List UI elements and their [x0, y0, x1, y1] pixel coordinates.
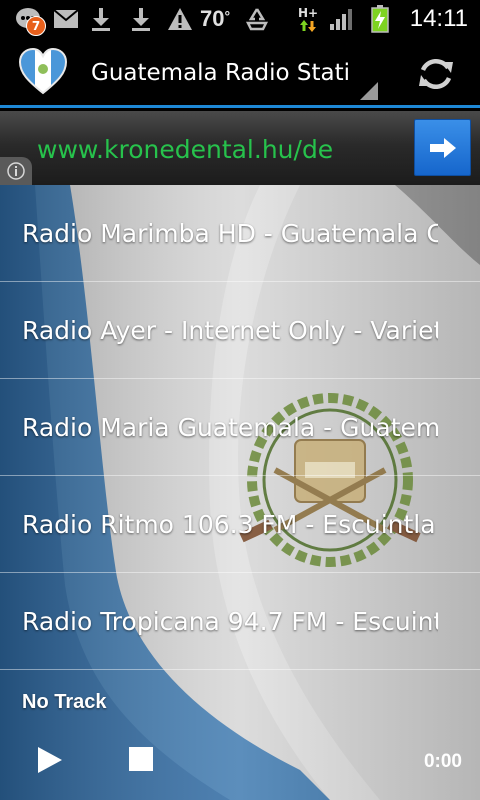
- play-icon: [38, 747, 62, 773]
- temperature-readout: 70 °: [200, 6, 231, 31]
- stop-button[interactable]: [129, 747, 153, 771]
- ad-banner[interactable]: www.kronedental.hu/de: [0, 111, 480, 185]
- station-label: Radio Marimba HD - Guatemala City: [22, 219, 438, 248]
- station-list: Radio Marimba HD - Guatemala City Radio …: [0, 185, 480, 670]
- clock: 14:11: [409, 5, 468, 32]
- play-button[interactable]: [36, 745, 64, 775]
- download-icon: [88, 0, 114, 38]
- notification-badge: 7: [26, 16, 46, 36]
- dropdown-indicator-icon[interactable]: [360, 82, 378, 100]
- action-bar: Guatemala Radio Stations: [0, 38, 480, 108]
- ad-open-button[interactable]: [414, 119, 471, 176]
- battery-charging-icon: [368, 0, 392, 38]
- station-label: Radio Ayer - Internet Only - Variety: [22, 316, 438, 345]
- station-row[interactable]: Radio Tropicana 94.7 FM - Escuintla: [0, 573, 480, 670]
- arrow-right-icon: [429, 137, 456, 158]
- station-row[interactable]: Radio Ayer - Internet Only - Variety: [0, 282, 480, 379]
- status-bar: 7 70 ° H+ 14:11: [0, 0, 480, 38]
- station-label: Radio Ritmo 106.3 FM - Escuintla: [22, 510, 436, 539]
- refresh-icon: [419, 59, 453, 89]
- now-playing-track: No Track: [22, 691, 107, 713]
- signal-icon: [328, 0, 356, 38]
- network-type-indicator: H+: [296, 0, 320, 38]
- content-area: Radio Marimba HD - Guatemala City Radio …: [0, 185, 480, 800]
- refresh-button[interactable]: [408, 46, 464, 102]
- info-icon: [7, 162, 25, 180]
- elapsed-time: 0:00: [423, 751, 462, 772]
- station-label: Radio Tropicana 94.7 FM - Escuintla: [22, 607, 438, 636]
- ad-info-button[interactable]: [0, 157, 32, 185]
- station-row[interactable]: Radio Ritmo 106.3 FM - Escuintla: [0, 476, 480, 573]
- download-icon: [128, 0, 154, 38]
- station-label: Radio Maria Guatemala - Guatemala: [22, 413, 438, 442]
- recycle-icon: [242, 0, 272, 38]
- station-row[interactable]: Radio Marimba HD - Guatemala City: [0, 185, 480, 282]
- station-row[interactable]: Radio Maria Guatemala - Guatemala: [0, 379, 480, 476]
- warning-icon: [166, 0, 194, 38]
- guatemala-flag-heart-icon[interactable]: [18, 47, 68, 97]
- ad-link-text[interactable]: www.kronedental.hu/de: [37, 111, 333, 185]
- app-title[interactable]: Guatemala Radio Stations: [91, 38, 349, 108]
- mail-icon: [52, 0, 80, 38]
